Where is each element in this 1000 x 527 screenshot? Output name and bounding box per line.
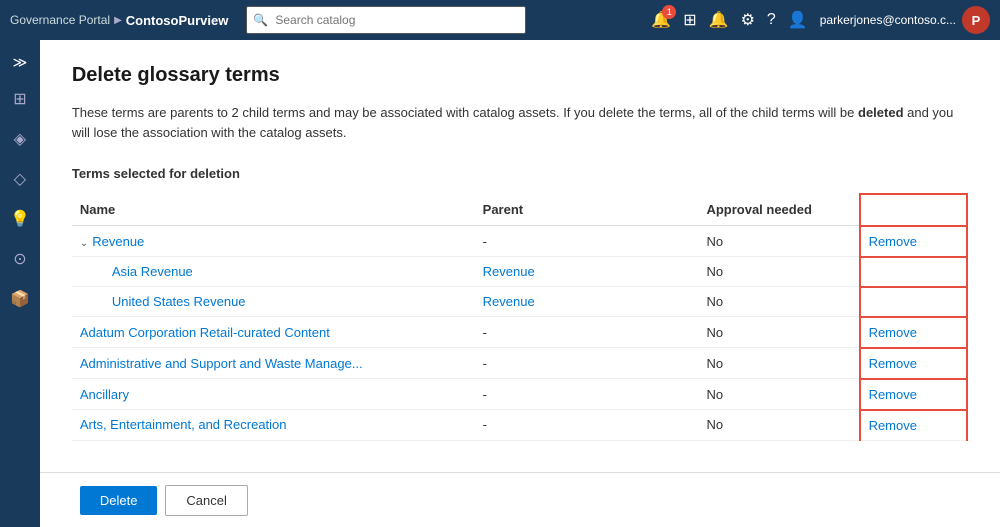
term-parent-link[interactable]: Revenue (483, 264, 535, 279)
term-approval-cell: No (698, 348, 859, 379)
term-action-cell: Remove (860, 348, 967, 379)
term-approval-cell: No (698, 226, 859, 257)
term-parent-cell: - (475, 410, 699, 441)
term-name-cell: Ancillary (72, 379, 475, 410)
term-approval-cell: No (698, 379, 859, 410)
sidebar-item-management[interactable]: ⊙ (0, 241, 40, 277)
term-name-link[interactable]: Revenue (92, 234, 144, 249)
term-approval-cell: No (698, 287, 859, 317)
term-approval-cell: No (698, 257, 859, 287)
term-name-cell: Arts, Entertainment, and Recreation (72, 410, 475, 441)
warning-message: These terms are parents to 2 child terms… (72, 103, 968, 142)
sidebar-item-glossary[interactable]: ◇ (0, 161, 40, 197)
remove-button[interactable]: Remove (869, 356, 917, 371)
warning-highlight-deleted: deleted (858, 105, 904, 120)
top-navigation: Governance Portal ▶ ContosoPurview 🔍 🔔 1… (0, 0, 1000, 40)
bottom-action-bar: Delete Cancel (40, 472, 1000, 527)
term-name-link[interactable]: Administrative and Support and Waste Man… (80, 356, 363, 371)
term-name-link[interactable]: United States Revenue (112, 294, 246, 309)
nav-icons: 🔔 1 ⊞ 🔔 ⚙ ? 👤 parkerjones@contoso.c... P (651, 6, 990, 34)
term-name-link[interactable]: Adatum Corporation Retail-curated Conten… (80, 325, 330, 340)
term-action-cell: Remove (860, 410, 967, 441)
term-parent-cell: Revenue (475, 287, 699, 317)
term-action-cell: Remove (860, 226, 967, 257)
cancel-button[interactable]: Cancel (165, 485, 247, 516)
term-action-cell (860, 287, 967, 317)
term-name-link[interactable]: Arts, Entertainment, and Recreation (80, 417, 287, 432)
section-title: Terms selected for deletion (72, 166, 968, 181)
expand-chevron-icon[interactable]: ⌄ (80, 238, 88, 249)
notification-button[interactable]: 🔔 1 (651, 10, 671, 30)
term-parent-cell: - (475, 317, 699, 348)
table-row: Administrative and Support and Waste Man… (72, 348, 967, 379)
table-row: Adatum Corporation Retail-curated Conten… (72, 317, 967, 348)
apps-button[interactable]: ⊞ (683, 10, 696, 30)
remove-button[interactable]: Remove (869, 325, 917, 340)
feedback-button[interactable]: 👤 (788, 10, 808, 30)
sidebar: ≫ ⊞ ◈ ◇ 💡 ⊙ 📦 (0, 40, 40, 527)
sidebar-item-catalog[interactable]: ◈ (0, 121, 40, 157)
notification-badge: 1 (662, 5, 676, 19)
alerts-button[interactable]: 🔔 (709, 10, 729, 30)
search-icon: 🔍 (253, 13, 268, 27)
sidebar-item-data[interactable]: 📦 (0, 281, 40, 317)
page-title: Delete glossary terms (72, 64, 968, 87)
remove-button[interactable]: Remove (869, 387, 917, 402)
app-layout: ≫ ⊞ ◈ ◇ 💡 ⊙ 📦 Delete glossary terms Thes… (0, 40, 1000, 527)
breadcrumb-chevron: ▶ (114, 15, 122, 26)
table-header-row: Name Parent Approval needed (72, 194, 967, 226)
col-header-approval: Approval needed (698, 194, 859, 226)
col-header-parent: Parent (475, 194, 699, 226)
term-name-cell: Administrative and Support and Waste Man… (72, 348, 475, 379)
remove-button[interactable]: Remove (869, 418, 917, 433)
term-action-cell: Remove (860, 317, 967, 348)
term-name-cell: Asia Revenue (72, 257, 475, 287)
avatar: P (962, 6, 990, 34)
purview-label: ContosoPurview (126, 13, 229, 28)
term-action-cell (860, 257, 967, 287)
help-button[interactable]: ? (767, 11, 776, 29)
term-action-cell: Remove (860, 379, 967, 410)
term-name-cell: ⌄ Revenue (72, 226, 475, 257)
term-parent-link[interactable]: Revenue (483, 294, 535, 309)
brand-area: Governance Portal ▶ ContosoPurview (10, 13, 228, 28)
user-profile[interactable]: parkerjones@contoso.c... P (820, 6, 990, 34)
table-row: Asia Revenue Revenue No (72, 257, 967, 287)
term-name-cell: United States Revenue (72, 287, 475, 317)
term-parent-cell: - (475, 348, 699, 379)
scrollable-content: Delete glossary terms These terms are pa… (40, 40, 1000, 527)
search-input[interactable] (246, 6, 526, 34)
table-row: Ancillary -No Remove (72, 379, 967, 410)
term-parent-cell: Revenue (475, 257, 699, 287)
term-approval-cell: No (698, 317, 859, 348)
search-bar[interactable]: 🔍 (246, 6, 526, 34)
col-header-name: Name (72, 194, 475, 226)
sidebar-toggle[interactable]: ≫ (0, 48, 40, 77)
term-parent-cell: - (475, 226, 699, 257)
main-area: Delete glossary terms These terms are pa… (40, 40, 1000, 527)
col-header-action (860, 194, 967, 226)
table-row: ⌄ Revenue-NoRemove (72, 226, 967, 257)
term-name-cell: Adatum Corporation Retail-curated Conten… (72, 317, 475, 348)
terms-table: Name Parent Approval needed ⌄ Revenue-No… (72, 193, 968, 441)
user-email: parkerjones@contoso.c... (820, 13, 956, 27)
table-row: Arts, Entertainment, and Recreation -No Re… (72, 410, 967, 441)
delete-button[interactable]: Delete (80, 486, 158, 515)
term-approval-cell: No (698, 410, 859, 441)
table-row: United States Revenue Revenue No (72, 287, 967, 317)
term-name-link[interactable]: Ancillary (80, 387, 129, 402)
remove-button[interactable]: Remove (869, 234, 917, 249)
sidebar-item-home[interactable]: ⊞ (0, 81, 40, 117)
settings-button[interactable]: ⚙ (741, 10, 755, 30)
term-name-link[interactable]: Asia Revenue (112, 264, 193, 279)
term-parent-cell: - (475, 379, 699, 410)
sidebar-item-insights[interactable]: 💡 (0, 201, 40, 237)
portal-label: Governance Portal (10, 13, 110, 27)
